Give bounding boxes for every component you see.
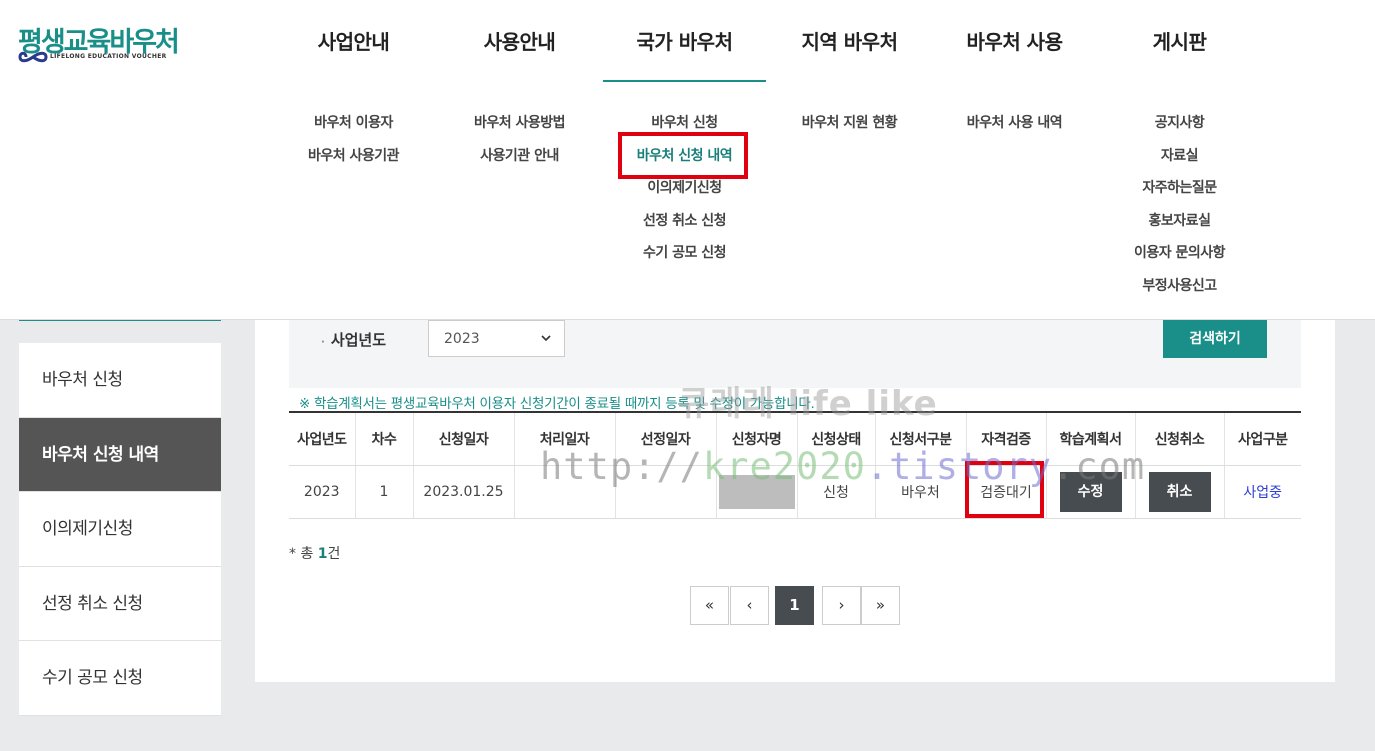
highlight-annotation-menu [618,132,748,179]
cell-cancel: 취소 [1135,465,1225,519]
col-header: 신청일자 [413,412,515,466]
submenu-voucher-institution[interactable]: 바우처 사용기관 [272,145,435,178]
col-header: 사업년도 [289,412,356,466]
sidebar-item-selection-cancel[interactable]: 선정 취소 신청 [19,566,221,641]
infinity-logo-icon [18,51,48,63]
submenu-regional-voucher: 바우처 지원 현황 [768,112,931,145]
submenu-support-status[interactable]: 바우처 지원 현황 [768,112,931,145]
year-select[interactable]: 2023 [428,320,565,357]
next-page-icon[interactable]: › [822,586,861,625]
site-logo[interactable]: 평생교육바우처 LIFELONG EDUCATION VOUCHER [18,20,180,63]
gnb-board[interactable]: 게시판 [1098,0,1261,82]
page-1-button[interactable]: 1 [775,586,814,625]
submenu-faq[interactable]: 자주하는질문 [1098,177,1261,210]
submenu-user-inquiry[interactable]: 이용자 문의사항 [1098,242,1261,275]
chevron-down-icon [540,321,552,371]
col-header: 신청취소 [1135,412,1225,466]
submenu-usage-info: 바우처 사용방법 사용기관 안내 [438,112,601,177]
submenu-notice[interactable]: 공지사항 [1098,112,1261,145]
logo-subtitle: LIFELONG EDUCATION VOUCHER [50,53,167,60]
search-year-label: · 사업년도 [321,331,387,349]
submenu-selection-cancel[interactable]: 선정 취소 신청 [603,210,766,243]
sidebar: 바우처 신청 바우처 신청 내역 이의제기신청 선정 취소 신청 수기 공모 신… [19,343,221,716]
submenu-misuse-report[interactable]: 부정사용신고 [1098,275,1261,308]
sidebar-item-essay-contest[interactable]: 수기 공모 신청 [19,641,221,716]
cancel-apply-button[interactable]: 취소 [1148,471,1211,512]
sidebar-item-voucher-apply[interactable]: 바우처 신청 [19,343,221,418]
prev-page-icon[interactable]: ‹ [730,586,769,625]
cell-apply-date: 2023.01.25 [413,465,515,519]
watermark-line1: 큐래레 life like [678,384,938,424]
submenu-essay-contest[interactable]: 수기 공모 신청 [603,242,766,275]
total-count: * 총 1건 [289,546,341,562]
submenu-institution-guide[interactable]: 사용기관 안내 [438,145,601,178]
sidebar-item-apply-history[interactable]: 바우처 신청 내역 [19,417,221,492]
gnb-national-voucher[interactable]: 국가 바우처 [603,0,766,82]
sidebar-item-objection[interactable]: 이의제기신청 [19,492,221,567]
cell-business-type: 사업중 [1224,465,1301,519]
search-button[interactable]: 검색하기 [1163,320,1267,358]
right-background-strip [1335,320,1375,751]
gnb-business-info[interactable]: 사업안내 [272,0,435,82]
gnb-usage-info[interactable]: 사용안내 [438,0,601,82]
submenu-usage-history[interactable]: 바우처 사용 내역 [933,112,1096,145]
col-header: 사업구분 [1224,412,1301,466]
cell-year: 2023 [289,465,356,519]
col-header: 차수 [355,412,414,466]
submenu-business-info: 바우처 이용자 바우처 사용기관 [272,112,435,177]
cell-round: 1 [355,465,414,519]
watermark-line2: http://kre2020.tistory.com [540,445,1146,488]
site-header: 평생교육바우처 LIFELONG EDUCATION VOUCHER 사업안내 … [0,0,1375,320]
submenu-promo[interactable]: 홍보자료실 [1098,210,1261,243]
submenu-objection[interactable]: 이의제기신청 [603,177,766,210]
first-page-icon[interactable]: « [690,586,729,625]
submenu-voucher-usage: 바우처 사용 내역 [933,112,1096,145]
business-type-link[interactable]: 사업중 [1243,485,1282,501]
submenu-board: 공지사항 자료실 자주하는질문 홍보자료실 이용자 문의사항 부정사용신고 [1098,112,1261,307]
content-panel: · 사업년도 2023 검색하기 ※ 학습계획서는 평생교육바우처 이용자 신청기… [255,320,1335,682]
last-page-icon[interactable]: » [861,586,900,625]
gnb-voucher-usage[interactable]: 바우처 사용 [933,0,1096,82]
submenu-usage-method[interactable]: 바우처 사용방법 [438,112,601,145]
submenu-archive[interactable]: 자료실 [1098,145,1261,178]
gnb-regional-voucher[interactable]: 지역 바우처 [768,0,931,82]
submenu-voucher-user[interactable]: 바우처 이용자 [272,112,435,145]
